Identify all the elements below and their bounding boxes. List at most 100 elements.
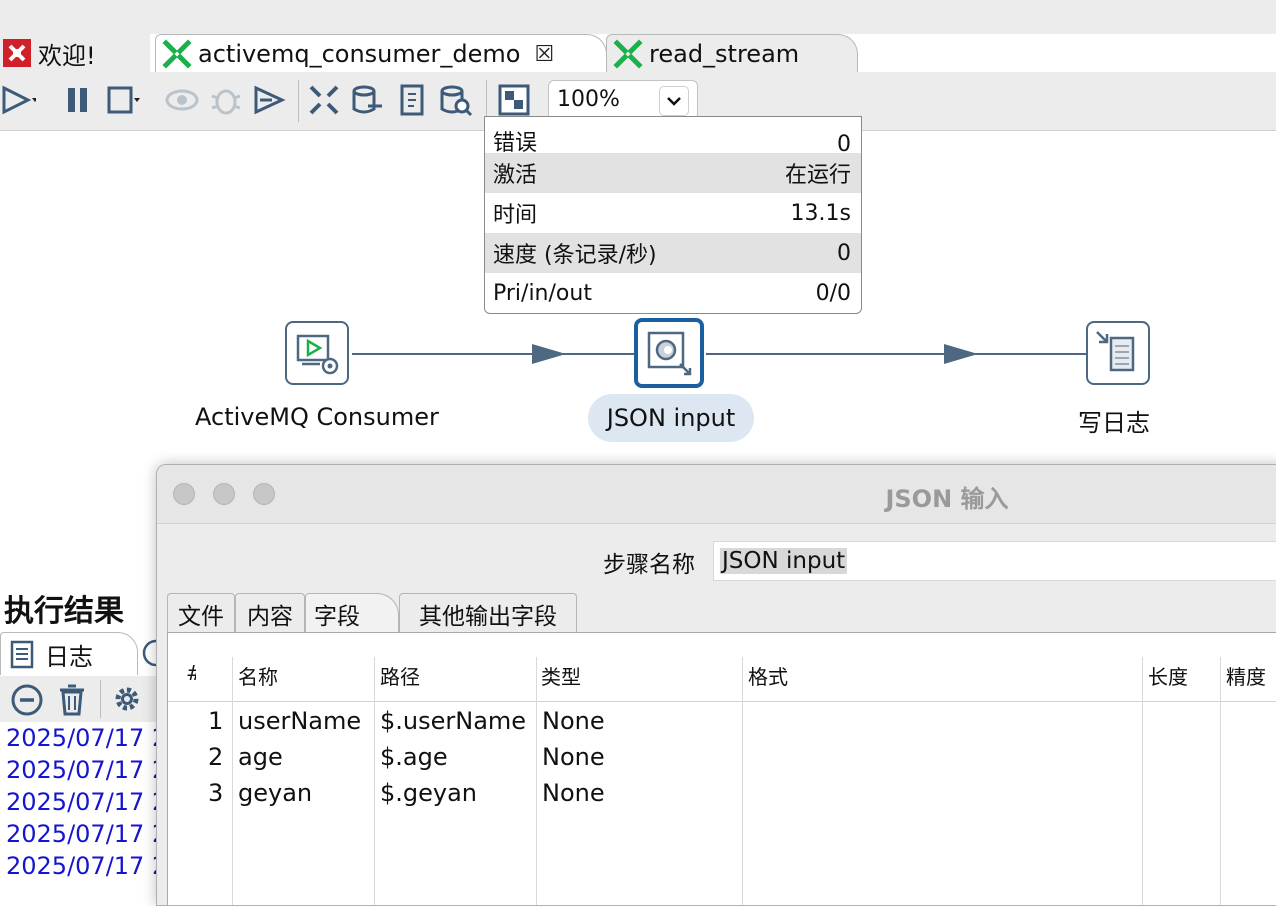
step-name-input[interactable]: JSON input [713,541,1276,581]
metric-value: 0 [837,240,851,266]
editor-tab-bar: 欢迎! activemq_consumer_demo ☒ read_stream [0,34,1276,73]
dialog-titlebar[interactable]: JSON 输入 [157,465,1276,524]
step-json-input[interactable] [634,318,704,388]
step-name-label: 步骤名称 [603,552,695,578]
cell-index: 1 [208,707,224,735]
run-icon[interactable] [0,82,36,118]
table-row[interactable]: 2 age $.age None [168,741,1276,777]
metric-row-errors: 错误 0 [485,117,861,157]
zoom-select[interactable]: 100% [548,80,698,120]
log-line: 2025/07/17 2 [6,788,168,816]
tab-content[interactable]: 内容 [235,593,305,633]
col-header-index: # [186,661,196,685]
spoon-logo-icon [2,38,32,68]
stop-circle-icon[interactable] [10,683,44,721]
metric-label: Pri/in/out [493,280,592,306]
log-icon [9,639,35,669]
cell-type[interactable]: None [542,743,605,771]
tab-log-label: 日志 [45,642,93,671]
log-line: 2025/07/17 2 [6,820,168,848]
gear-icon[interactable] [110,682,144,720]
debug-icon[interactable] [208,82,244,118]
activemq-consumer-icon [296,334,339,375]
close-icon[interactable]: ☒ [534,42,554,67]
cell-path[interactable]: $.userName [380,707,526,735]
step-label-text: JSON input [606,404,736,432]
cell-name[interactable]: userName [238,707,361,735]
tab-fields[interactable]: 字段 [305,593,399,633]
preview-icon[interactable] [164,82,200,118]
cell-path[interactable]: $.age [380,743,448,771]
fields-table-header: # 名称 路径 类型 格式 长度 精度 [168,633,1276,702]
metric-value: 0/0 [815,280,851,306]
metric-row-active: 激活 在运行 [485,153,861,193]
tab-read-stream[interactable]: read_stream [606,34,858,73]
tab-label: 欢迎! [38,41,96,70]
col-header-format: 格式 [748,665,788,689]
step-name-value: JSON input [720,548,848,574]
tab-label: read_stream [649,40,800,68]
fields-table: # 名称 路径 类型 格式 长度 精度 1 userName $.userNam… [167,632,1276,905]
cell-type[interactable]: None [542,779,605,807]
json-input-dialog: JSON 输入 步骤名称 JSON input 文件 内容 字段 其他输出字段 … [156,464,1276,906]
dialog-tab-bar: 文件 内容 字段 其他输出字段 [167,593,1276,633]
window-top-strip [0,0,1276,34]
stop-icon[interactable] [104,82,140,118]
sql-icon[interactable] [394,82,430,118]
log-line: 2025/07/17 2 [6,852,168,880]
metric-label: 时间 [493,203,538,228]
results-tab-bar: 日志 [0,632,170,675]
metric-value: 13.1s [790,200,851,226]
cell-index: 3 [208,779,224,807]
results-panel-title: 执行结果 [4,594,124,629]
toolbar-separator [298,80,299,122]
col-header-path: 路径 [380,665,420,689]
col-header-name: 名称 [238,665,278,689]
write-log-icon [1096,331,1135,372]
step-write-log[interactable] [1086,321,1150,385]
metric-value: 在运行 [784,163,851,188]
results-panel-icon[interactable] [496,82,532,118]
replay-icon[interactable] [252,82,288,118]
col-header-type: 类型 [541,665,581,689]
json-input-icon [647,331,692,376]
trash-icon[interactable] [56,683,88,721]
step-label-json-input: JSON input [588,394,754,442]
cell-name[interactable]: geyan [238,779,312,807]
step-activemq-consumer[interactable] [285,321,349,385]
toolbar-separator [100,680,101,718]
col-header-precision: 精度 [1226,665,1266,689]
explore-db-icon[interactable] [438,82,474,118]
cell-path[interactable]: $.geyan [380,779,477,807]
cell-index: 2 [208,743,224,771]
cell-type[interactable]: None [542,707,605,735]
cell-name[interactable]: age [238,743,283,771]
verify-icon[interactable] [306,82,342,118]
tab-welcome[interactable]: 欢迎! [0,34,150,72]
metric-row-time: 时间 13.1s [485,193,861,233]
metric-row-pri-in-out: Pri/in/out 0/0 [485,273,861,313]
log-line: 2025/07/17 2 [6,724,168,752]
impact-icon[interactable] [350,82,386,118]
tab-label: activemq_consumer_demo [198,40,521,68]
step-metrics-tooltip: 错误 0 激活 在运行 时间 13.1s 速度 (条记录/秒) 0 Pri/in… [484,116,862,314]
table-row[interactable]: 3 geyan $.geyan None [168,777,1276,813]
log-line: 2025/07/17 2 [6,756,168,784]
step-label-write-log: 写日志 [1078,409,1150,437]
chevron-down-icon[interactable] [659,86,689,116]
metric-label: 速度 (条记录/秒) [493,243,657,268]
metric-label: 激活 [493,163,538,188]
results-toolbar [0,676,160,722]
tab-activemq-consumer-demo[interactable]: activemq_consumer_demo ☒ [155,34,607,73]
step-label-activemq-consumer: ActiveMQ Consumer [195,403,439,431]
pause-icon[interactable] [60,82,96,118]
dialog-title: JSON 输入 [885,485,1009,513]
transformation-icon [162,39,192,69]
zoom-value: 100% [557,87,620,112]
transformation-icon [613,39,643,69]
table-row[interactable]: 1 userName $.userName None [168,705,1276,741]
tab-log[interactable]: 日志 [0,632,138,675]
tab-file[interactable]: 文件 [167,593,235,633]
metric-row-speed: 速度 (条记录/秒) 0 [485,233,861,273]
tab-other-output-fields[interactable]: 其他输出字段 [399,593,577,633]
